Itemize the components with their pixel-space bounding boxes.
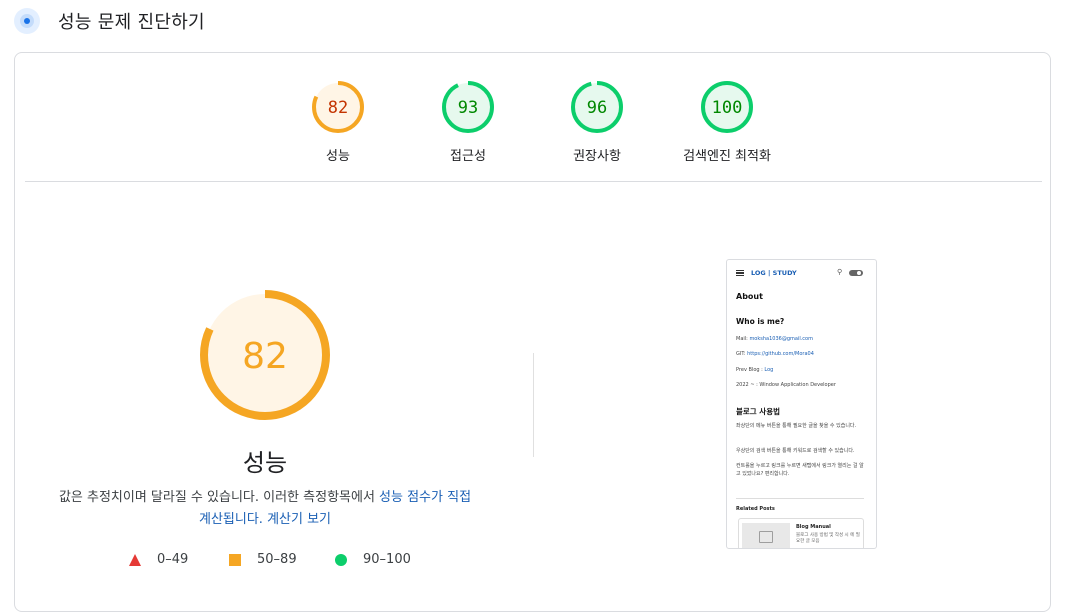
preview-navbar: LOG | STUDY ⚲	[727, 260, 876, 284]
square-icon	[229, 554, 241, 566]
triangle-icon	[129, 554, 141, 566]
preview-usage-3: 컨트롤을 누르고 링크를 누르면 새탭에서 링크가 열리는 걸 알고 있었나요?…	[736, 463, 864, 477]
theme-toggle	[849, 270, 863, 276]
gauge-performance-ring: 82	[312, 81, 364, 133]
calculator-link[interactable]: 계산기 보기	[267, 512, 331, 527]
gauge-accessibility-ring: 93	[442, 81, 494, 133]
section-divider	[25, 181, 1042, 182]
preview-git: GIT: https://github.com/Mora04	[736, 351, 814, 357]
gauge-accessibility-value: 93	[458, 98, 478, 118]
image-placeholder-icon	[742, 523, 790, 548]
legend-average-label: 50–89	[257, 552, 297, 567]
gauge-accessibility-label: 접근성	[450, 149, 486, 164]
gauge-seo-label: 검색엔진 최적화	[683, 149, 771, 164]
performance-score-large: 82	[242, 336, 288, 377]
preview-related-heading: Related Posts	[736, 506, 775, 512]
report-card: 82 성능 93 접근성 96 권장사항 100 검색엔진 최적화 82 성능 …	[14, 52, 1051, 612]
preview-related-text: 블로그 사용 방법 및 작성 시 에 필요한 글 모음	[796, 533, 860, 544]
preview-prev-blog: Prev Blog : Log	[736, 367, 774, 373]
legend-pass-label: 90–100	[363, 552, 411, 567]
preview-separator	[736, 498, 864, 499]
search-icon: ⚲	[837, 268, 843, 276]
performance-heading: 성능	[242, 449, 288, 477]
lighthouse-icon	[14, 8, 40, 34]
gauge-best-practices-ring: 96	[571, 81, 623, 133]
gauge-seo-value: 100	[712, 98, 743, 118]
preview-mail: Mail: moksha1036@gmail.com	[736, 336, 813, 342]
preview-usage-heading: 블로그 사용법	[736, 407, 781, 416]
gauge-performance-label: 성능	[326, 149, 350, 164]
gauge-performance[interactable]: 82 성능	[268, 79, 408, 164]
gauge-accessibility[interactable]: 93 접근성	[398, 79, 538, 164]
preview-usage-1: 좌상단의 메뉴 버튼을 통해 필요한 글을 찾을 수 있습니다.	[736, 423, 857, 429]
preview-page-title: About	[736, 292, 763, 301]
preview-usage-2: 우상단의 검색 버튼을 통해 키워드로 검색할 수 있습니다.	[736, 448, 855, 454]
performance-gauge-large: 82	[199, 289, 331, 425]
preview-logo: LOG | STUDY	[751, 269, 797, 277]
preview-related-title: Blog Manual	[796, 524, 831, 530]
page-title: 성능 문제 진단하기	[58, 12, 205, 33]
performance-description: 값은 추정치이며 달라질 수 있습니다. 이러한 측정항목에서 성능 점수가 직…	[53, 487, 477, 531]
preview-related-card: Blog Manual 블로그 사용 방법 및 작성 시 에 필요한 글 모음	[738, 518, 864, 548]
page-header: 성능 문제 진단하기	[0, 0, 1066, 44]
gauge-best-practices[interactable]: 96 권장사항	[527, 79, 667, 164]
vertical-divider	[533, 353, 534, 457]
page-screenshot-preview: LOG | STUDY ⚲ About Who is me? Mail: mok…	[726, 259, 877, 549]
menu-icon	[736, 270, 744, 276]
gauge-seo[interactable]: 100 검색엔진 최적화	[657, 79, 797, 164]
legend-fail-label: 0–49	[157, 552, 189, 567]
preview-job: 2022 ~ : Window Application Developer	[736, 382, 836, 388]
description-text: 값은 추정치이며 달라질 수 있습니다. 이러한 측정항목에서	[58, 490, 380, 505]
preview-who-heading: Who is me?	[736, 317, 785, 326]
gauge-best-practices-value: 96	[587, 98, 607, 118]
gauge-seo-ring: 100	[701, 81, 753, 133]
score-gauges: 82 성능 93 접근성 96 권장사항 100 검색엔진 최적화	[15, 53, 1050, 181]
gauge-best-practices-label: 권장사항	[573, 149, 621, 164]
circle-icon	[335, 554, 347, 566]
performance-gauge-large-ring: 82	[200, 290, 330, 420]
gauge-performance-value: 82	[328, 98, 348, 118]
